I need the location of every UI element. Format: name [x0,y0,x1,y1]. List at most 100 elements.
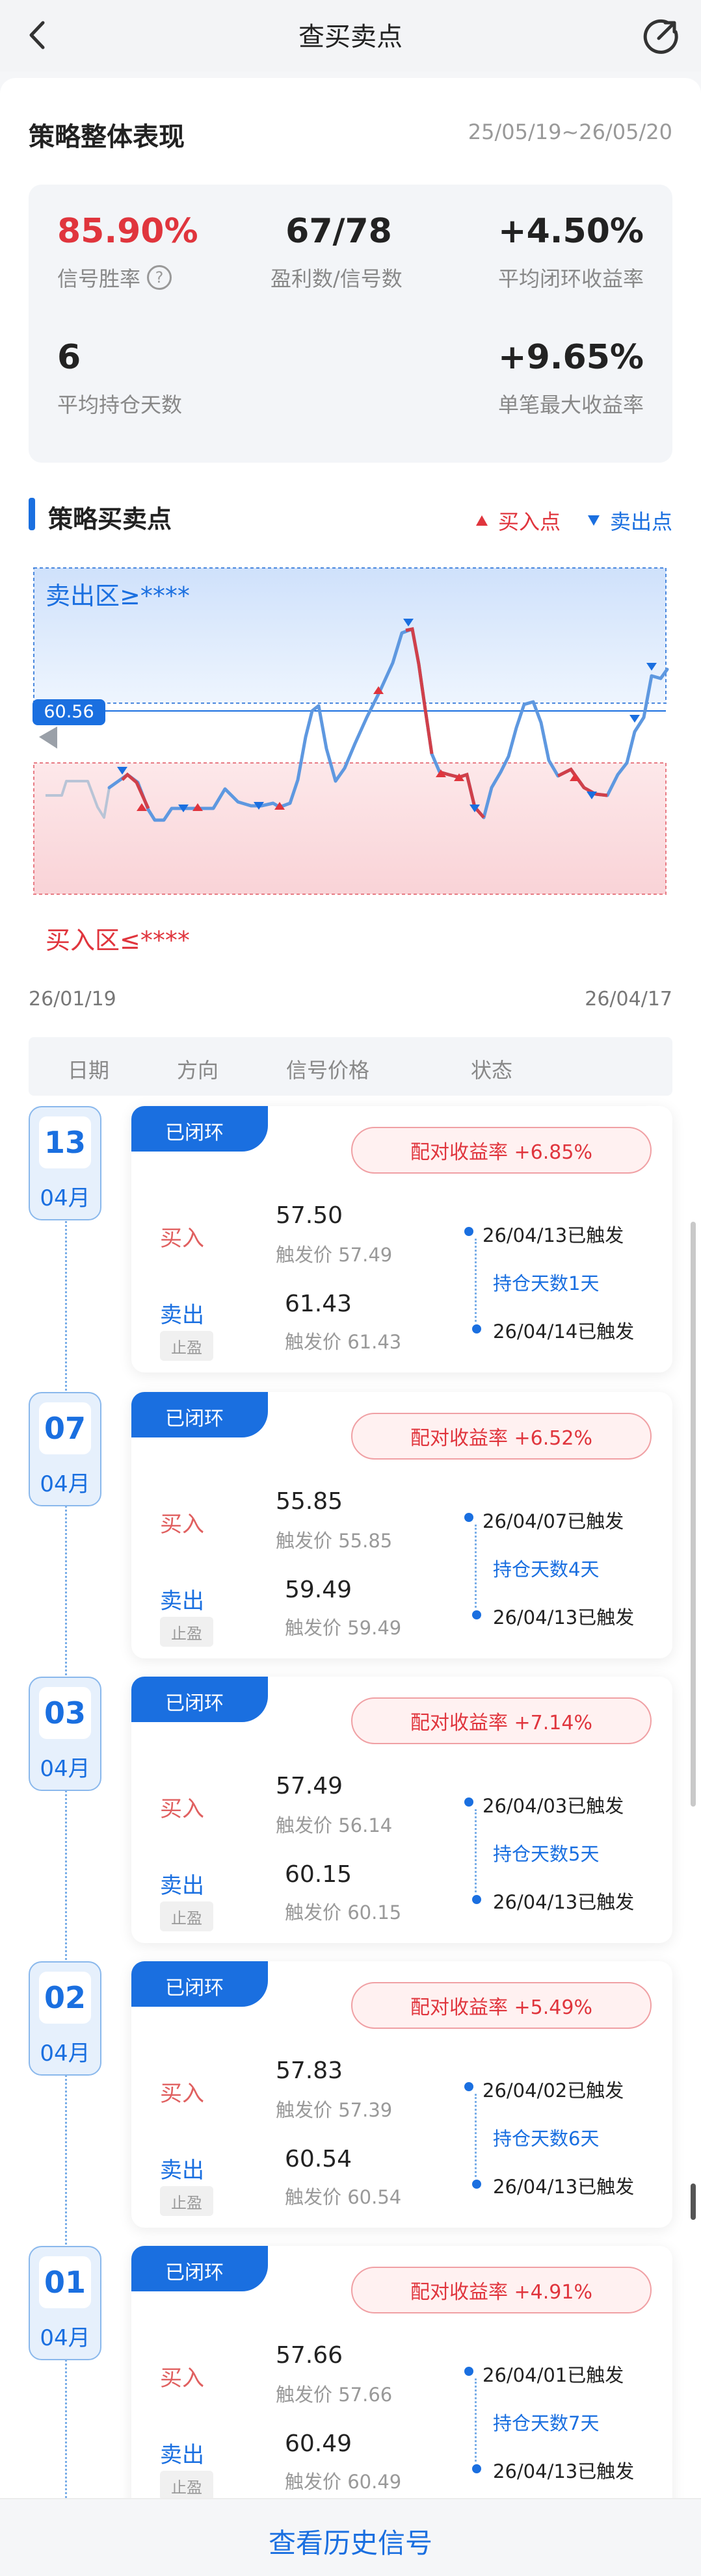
timeline-dot [464,1513,473,1522]
pair-yield: 配对收益率 +6.85% [351,1127,652,1174]
buy-trigger-time: 26/04/13已触发 [483,1224,624,1246]
page: 查买卖点 策略整体表现 25/05/19~26/05/20 85.90% 信号胜… [0,0,701,2576]
col-direction: 方向 [177,1058,219,1083]
timeline-dot [464,2082,473,2091]
sell-trigger-price: 触发价 61.43 [285,1331,402,1353]
date-day: 07 [39,1402,91,1454]
pair-yield: 配对收益率 +7.14% [351,1697,652,1744]
signal-card[interactable]: 已闭环 配对收益率 +6.52% 买入 55.85 触发价 55.85 卖出 止… [131,1392,672,1658]
sell-label: 卖出 [160,1588,204,1614]
stat-avg-return: +4.50% 平均闭环收益率 [498,212,644,292]
date-chip: 02 04月 [29,1961,101,2076]
buy-price: 57.66 [276,2342,343,2369]
sell-price: 60.49 [285,2430,352,2457]
sell-trigger-price: 触发价 60.49 [285,2471,402,2493]
date-day: 03 [39,1687,91,1739]
status-badge: 已闭环 [131,2246,268,2291]
performance-date-range: 25/05/19~26/05/20 [468,120,672,144]
date-day: 13 [39,1116,91,1168]
scrollbar-thumb[interactable] [691,2183,696,2220]
signal-card[interactable]: 已闭环 配对收益率 +5.49% 买入 57.83 触发价 57.39 卖出 止… [131,1961,672,2228]
timeline-dot [472,1610,481,1619]
table-header: 日期 方向 信号价格 状态 [29,1037,672,1096]
signal-chart-svg: 卖出区≥**** 买入区≤**** 60.56 [33,567,669,955]
take-profit-tag: 止盈 [160,2186,213,2216]
question-icon[interactable]: ? [147,265,172,290]
sell-label: 卖出 [160,2157,204,2183]
sell-price: 61.43 [285,1291,352,1317]
share-button[interactable] [641,17,680,56]
sell-trigger-price: 触发价 59.49 [285,1617,402,1639]
stat-value: +9.65% [498,338,644,377]
timeline-dot [464,1797,473,1807]
sell-trigger-time: 26/04/13已触发 [493,1891,635,1913]
signal-chart: 卖出区≥**** 买入区≤**** 60.56 [33,567,670,983]
timeline-dot [464,2367,473,2376]
sell-price: 60.54 [285,2146,352,2172]
chart-start-date: 26/01/19 [29,988,116,1011]
take-profit-tag: 止盈 [160,1617,213,1647]
date-month: 04月 [40,1185,90,1211]
timeline-dot [472,1895,481,1904]
performance-stats: 85.90% 信号胜率? 67/78 盈利数/信号数 +4.50% 平均闭环收益… [29,185,672,463]
buy-label: 买入 [160,2081,204,2107]
timeline-connector [475,2094,477,2177]
col-price: 信号价格 [286,1058,370,1083]
take-profit-tag: 止盈 [160,1331,213,1361]
status-badge: 已闭环 [131,1106,268,1152]
triangle-up-icon [475,515,488,526]
legend-sell: 卖出点 [587,506,672,535]
date-chip: 01 04月 [29,2246,101,2360]
page-title: 查买卖点 [298,22,403,52]
timeline-dot [472,2180,481,2189]
hold-days: 持仓天数7天 [493,2412,600,2434]
stat-value: +4.50% [498,212,644,251]
sell-trigger-time: 26/04/13已触发 [493,2176,635,2198]
pair-yield: 配对收益率 +5.49% [351,1982,652,2029]
buy-label: 买入 [160,2365,204,2391]
timeline-dot [464,1227,473,1236]
date-day: 01 [39,2256,91,2308]
signal-card[interactable]: 已闭环 配对收益率 +6.85% 买入 57.50 触发价 57.49 卖出 止… [131,1106,672,1372]
view-history-button[interactable]: 查看历史信号 [0,2521,701,2561]
drag-handle-icon[interactable] [39,727,57,749]
share-icon [643,19,678,54]
timeline-connector [475,2378,477,2462]
chart-end-date: 26/04/17 [585,988,672,1011]
date-month: 04月 [40,1471,90,1497]
col-status: 状态 [471,1058,513,1083]
hold-days: 持仓天数6天 [493,2128,600,2150]
buy-trigger-price: 触发价 57.66 [276,2384,393,2406]
scrollbar-track[interactable] [691,1222,696,1807]
top-bar: 查买卖点 [0,0,701,71]
buy-price: 57.83 [276,2057,343,2084]
stat-max-return: +9.65% 单笔最大收益率 [498,338,644,419]
triangle-down-icon [587,515,600,526]
pair-yield: 配对收益率 +6.52% [351,1413,652,1460]
date-chip: 03 04月 [29,1677,101,1791]
stat-label: 平均持仓天数 [57,393,183,417]
sell-label: 卖出 [160,2442,204,2468]
timeline-connector [475,1809,477,1892]
performance-title: 策略整体表现 [29,122,185,152]
buy-label: 买入 [160,1512,204,1538]
sell-trigger-time: 26/04/14已触发 [493,1320,635,1343]
stat-label: 单笔最大收益率 [497,393,644,417]
buy-trigger-time: 26/04/01已触发 [483,2364,624,2386]
sell-trigger-time: 26/04/13已触发 [493,2460,635,2482]
legend-buy: 买入点 [475,506,561,535]
signal-card[interactable]: 已闭环 配对收益率 +4.91% 买入 57.66 触发价 57.66 卖出 止… [131,2246,672,2519]
buy-price: 55.85 [276,1488,343,1515]
stat-profit-count: 67/78 盈利数/信号数 [271,212,407,292]
signals-title: 策略买卖点 [48,505,172,534]
stat-value: 67/78 [285,212,392,251]
stat-win-rate: 85.90% 信号胜率? [57,212,198,292]
signal-card[interactable]: 已闭环 配对收益率 +7.14% 买入 57.49 触发价 56.14 卖出 止… [131,1677,672,1943]
sell-label: 卖出 [160,1873,204,1899]
pair-yield: 配对收益率 +4.91% [351,2267,652,2313]
sell-price: 60.15 [285,1861,352,1888]
stat-label: 信号胜率 [57,266,141,291]
buy-trigger-time: 26/04/03已触发 [483,1795,624,1817]
buy-trigger-price: 触发价 57.39 [276,2099,393,2121]
buy-zone-label: 买入区≤**** [46,926,190,955]
